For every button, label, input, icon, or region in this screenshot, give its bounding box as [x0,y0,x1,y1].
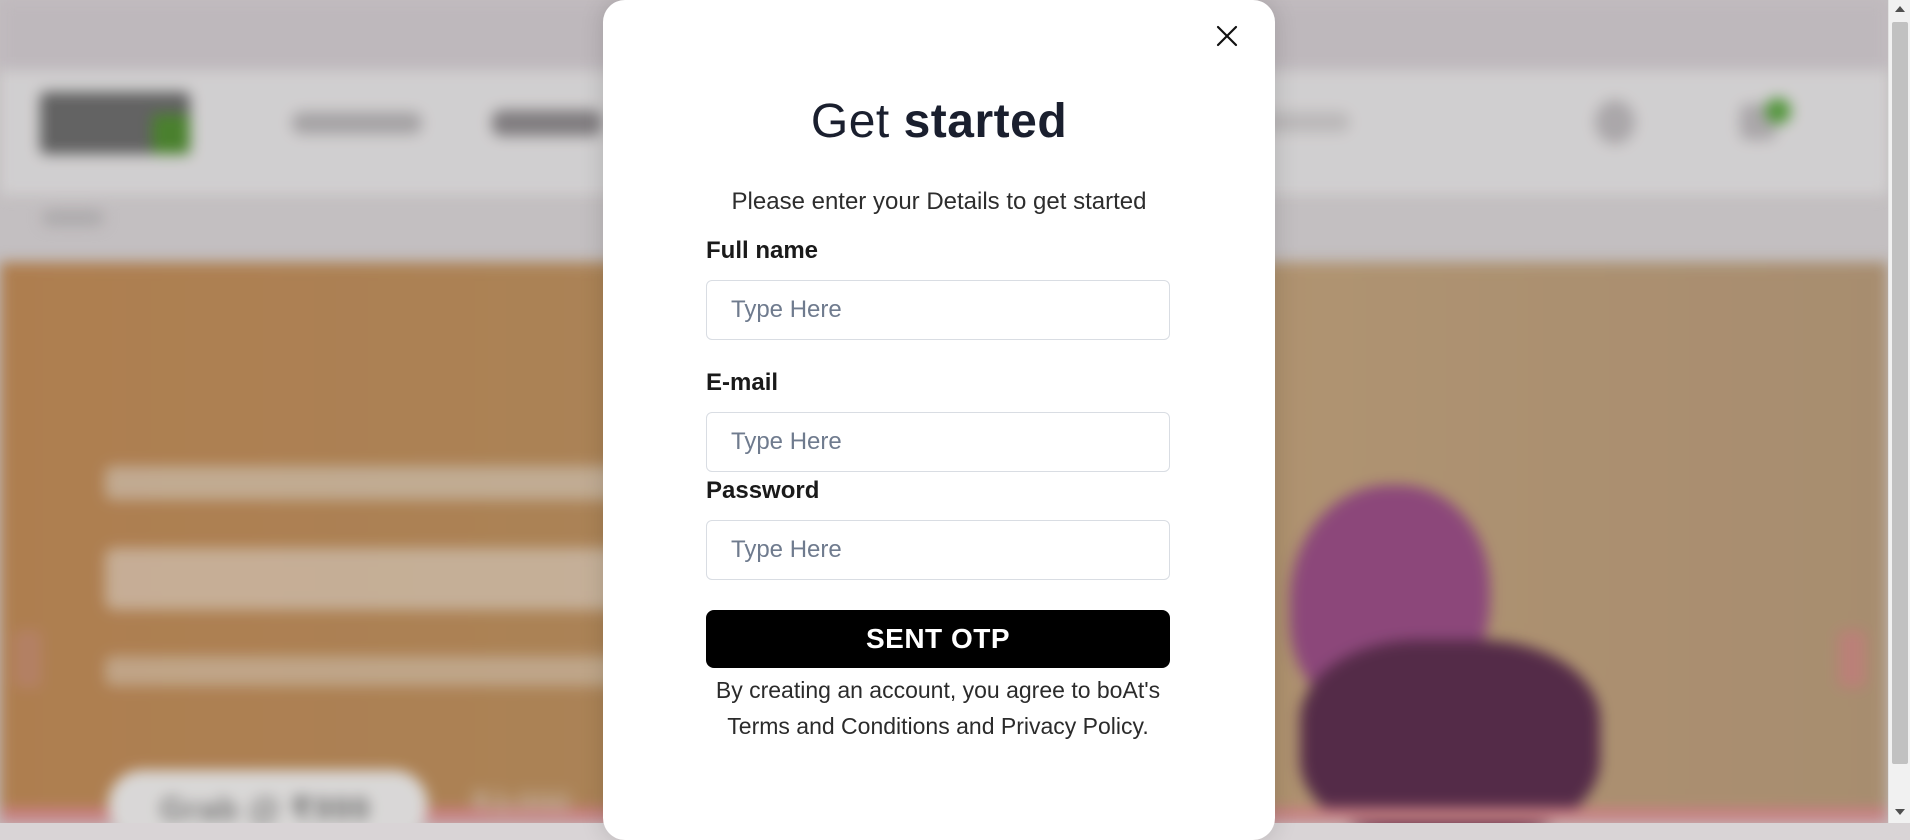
terms-notice: By creating an account, you agree to boA… [693,672,1183,744]
scroll-down-icon[interactable] [1895,809,1905,815]
page-scrollbar[interactable] [1888,0,1910,823]
signup-modal: Get started Please enter your Details to… [603,0,1275,840]
email-input[interactable] [706,412,1170,472]
email-label: E-mail [706,369,779,396]
send-otp-button[interactable]: SENT OTP [706,610,1170,668]
password-label: Password [706,477,820,504]
terms-line-1: By creating an account, you agree to boA… [715,677,1161,703]
modal-title: Get started [603,94,1275,149]
full-name-input[interactable] [706,280,1170,340]
title-word-1: Get [810,95,890,148]
scroll-thumb[interactable] [1892,22,1908,764]
title-word-2: started [903,95,1068,148]
terms-line-2[interactable]: Terms and Conditions and Privacy Policy. [693,708,1183,744]
close-button[interactable] [1209,18,1245,54]
full-name-label: Full name [706,237,819,264]
password-input[interactable] [706,520,1170,580]
scroll-up-icon[interactable] [1895,6,1905,12]
modal-subtitle: Please enter your Details to get started [731,188,1147,215]
close-icon [1216,25,1238,47]
